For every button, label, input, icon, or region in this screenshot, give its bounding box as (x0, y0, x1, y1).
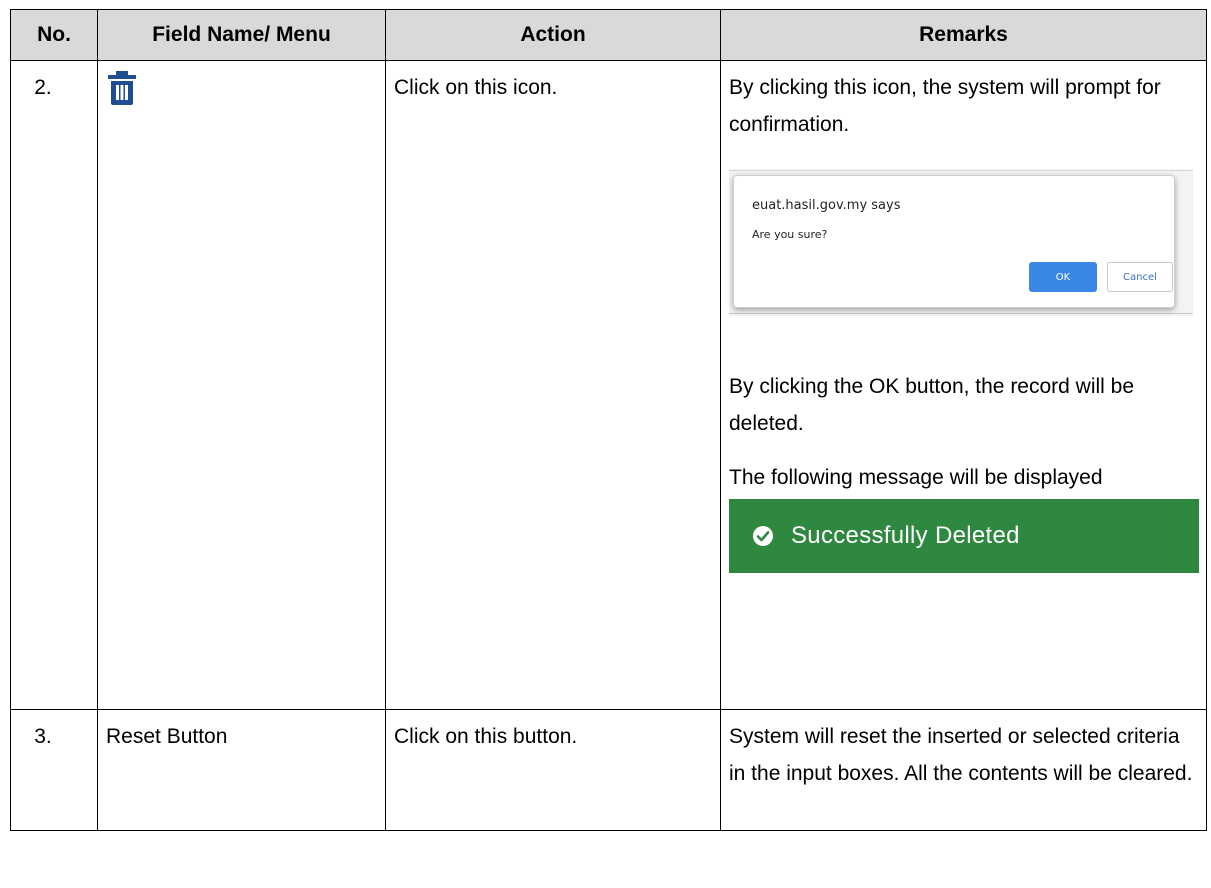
dialog-origin: euat.hasil.gov.my says (752, 198, 901, 213)
field-name: Reset Button (106, 725, 228, 748)
success-message-text: Successfully Deleted (791, 522, 1020, 549)
table-row: 3. Reset Button Click on this button. Sy… (10, 709, 1207, 831)
header-no: No. (10, 9, 98, 61)
remarks-message-intro: The following message will be displayed (729, 466, 1103, 489)
header-action: Action (385, 9, 721, 61)
row-number: 2. (34, 76, 52, 99)
trash-icon (108, 71, 136, 105)
ok-button[interactable]: OK (1029, 262, 1097, 292)
header-remarks: Remarks (720, 9, 1207, 61)
remarks-intro: By clicking this icon, the system will p… (729, 76, 1161, 136)
action-text: Click on this icon. (394, 76, 558, 99)
remarks-after-ok: By clicking the OK button, the record wi… (729, 375, 1135, 435)
remarks-text: System will reset the inserted or select… (729, 725, 1193, 785)
row-number: 3. (34, 725, 52, 748)
instruction-table: No. Field Name/ Menu Action Remarks 2. C… (10, 9, 1207, 831)
table-row: 2. Click on this icon. By clicking this … (10, 60, 1207, 710)
confirmation-dialog: euat.hasil.gov.my says Are you sure? OK … (733, 175, 1175, 308)
table-header-row: No. Field Name/ Menu Action Remarks (10, 9, 1207, 61)
header-field-name: Field Name/ Menu (97, 9, 386, 61)
check-circle-icon (753, 526, 773, 546)
confirmation-dialog-screenshot: euat.hasil.gov.my says Are you sure? OK … (729, 169, 1193, 316)
action-text: Click on this button. (394, 725, 578, 748)
success-message-banner: Successfully Deleted (729, 499, 1199, 573)
dialog-message: Are you sure? (752, 228, 828, 241)
cancel-button[interactable]: Cancel (1107, 262, 1173, 292)
